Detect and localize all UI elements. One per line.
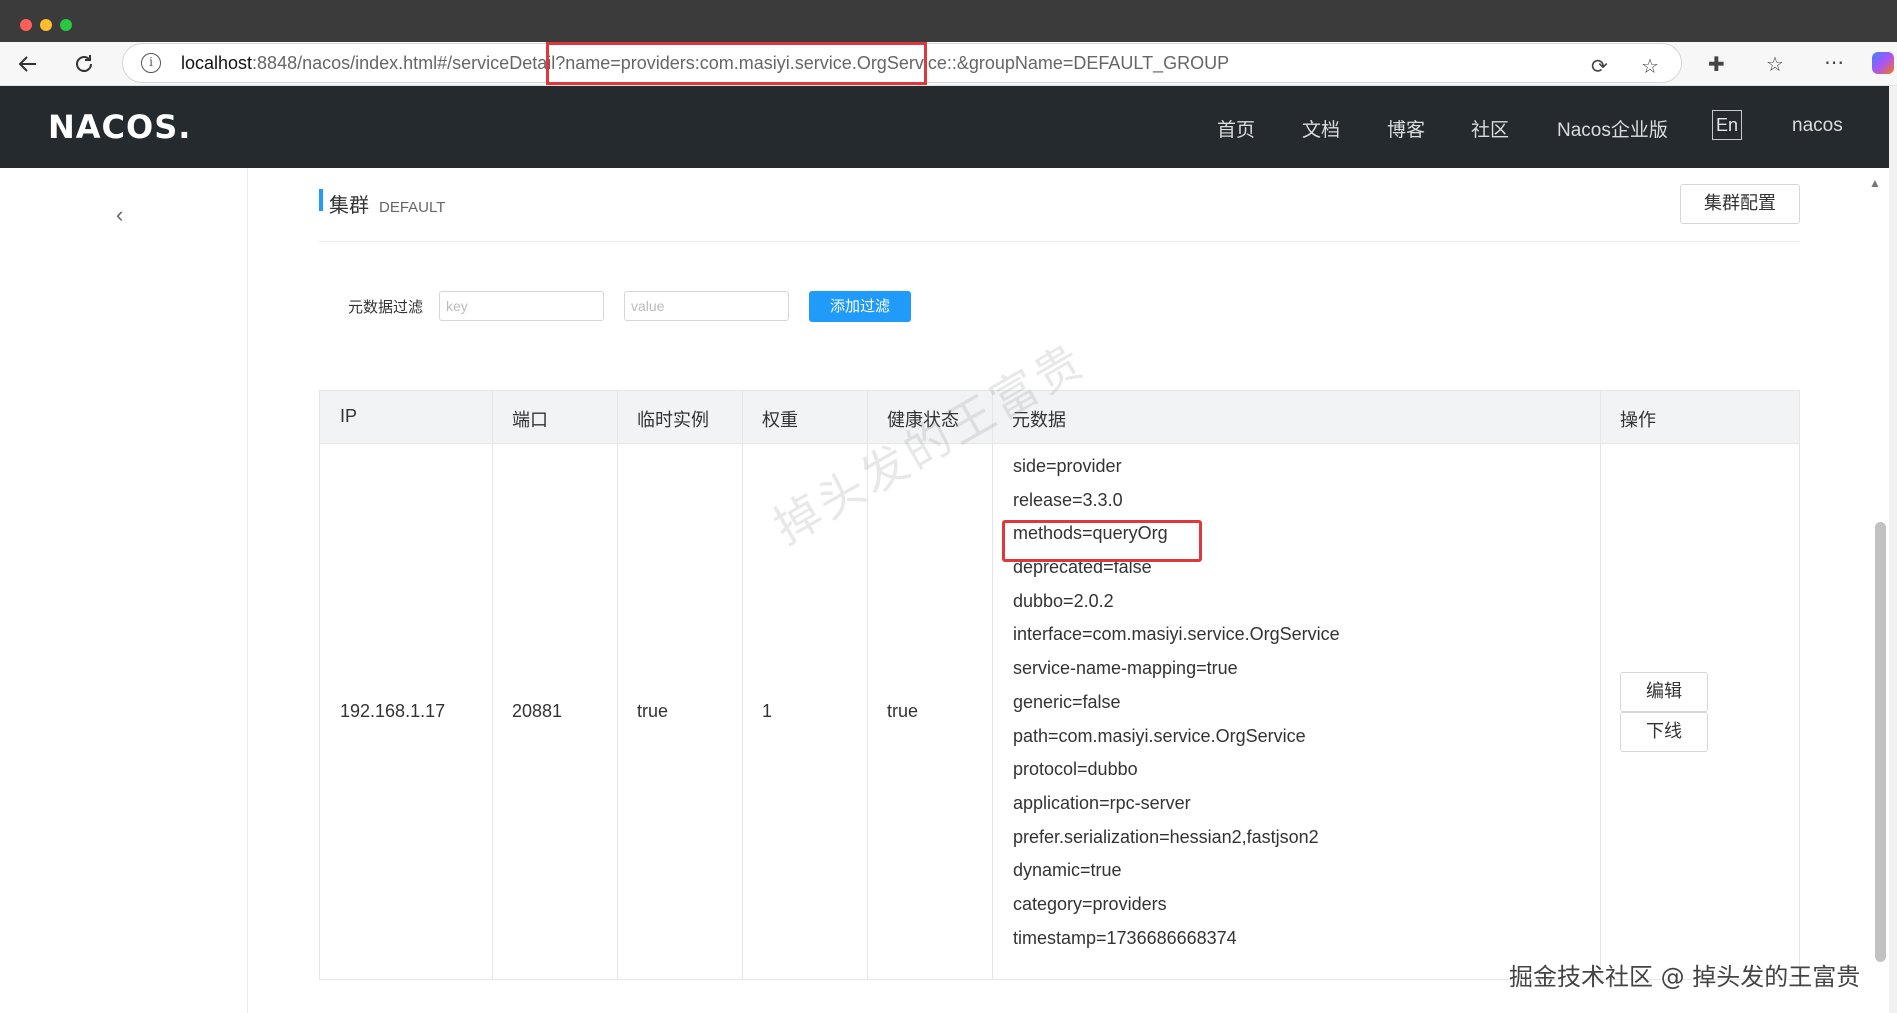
extensions-icon[interactable]: ✚ — [1708, 52, 1725, 77]
metadata-item: path=com.masiyi.service.OrgService — [1013, 725, 1306, 746]
cell-port: 20881 — [512, 701, 563, 721]
cell-weight: 1 — [762, 701, 773, 721]
cluster-name: DEFAULT — [379, 199, 446, 216]
scroll-up-arrow-icon[interactable]: ▲ — [1869, 176, 1881, 190]
nav-home[interactable]: 首页 — [1217, 115, 1255, 142]
url-highlight-box — [546, 42, 927, 85]
nav-docs[interactable]: 文档 — [1302, 115, 1340, 142]
metadata-filter-label: 元数据过滤 — [348, 298, 424, 316]
column-divider — [1600, 391, 1601, 979]
metadata-item: category=providers — [1013, 893, 1167, 914]
user-menu[interactable]: nacos — [1792, 115, 1843, 137]
metadata-item: generic=false — [1013, 691, 1121, 712]
edit-button[interactable]: 编辑 — [1620, 672, 1708, 712]
reload-icon — [76, 55, 92, 72]
metadata-item: protocol=dubbo — [1013, 759, 1138, 780]
cluster-label: 集群 — [329, 195, 369, 217]
metadata-item: dubbo=2.0.2 — [1013, 590, 1114, 611]
back-button[interactable] — [12, 48, 44, 80]
filter-key-input[interactable] — [439, 291, 604, 321]
page-scrollbar[interactable] — [1889, 86, 1897, 1013]
column-header-weight: 权重 — [762, 410, 798, 430]
metadata-item: release=3.3.0 — [1013, 489, 1123, 510]
more-menu-icon[interactable]: ⋯ — [1824, 50, 1844, 75]
browser-toolbar: i localhost:8848/nacos/index.html#/servi… — [0, 42, 1897, 86]
metadata-highlight-box — [1002, 520, 1202, 562]
footer-watermark: 掘金技术社区 @ 掉头发的王富贵 — [1509, 963, 1861, 991]
nav-blog[interactable]: 博客 — [1387, 115, 1425, 142]
filter-value-input[interactable] — [624, 291, 789, 321]
divider — [319, 241, 1800, 242]
sidebar: ‹ — [0, 168, 248, 1013]
metadata-item: interface=com.masiyi.service.OrgService — [1013, 624, 1340, 645]
favorite-star-icon[interactable]: ☆ — [1641, 54, 1659, 79]
metadata-item: service-name-mapping=true — [1013, 658, 1238, 679]
metadata-item: side=provider — [1013, 456, 1122, 476]
scrollbar-thumb[interactable] — [1875, 522, 1886, 962]
instance-table: IP 端口 临时实例 权重 健康状态 元数据 操作 192.168.1.17 2… — [319, 390, 1800, 980]
favorites-icon[interactable]: ☆ — [1766, 52, 1784, 77]
column-header-port: 端口 — [512, 410, 548, 430]
reload-button[interactable] — [68, 48, 100, 80]
maximize-window-button[interactable] — [60, 19, 72, 31]
cluster-title: 集群 DEFAULT — [319, 189, 445, 217]
language-toggle[interactable]: En — [1712, 110, 1742, 140]
minimize-window-button[interactable] — [40, 19, 52, 31]
column-divider — [742, 391, 743, 979]
metadata-item: timestamp=1736686668374 — [1013, 927, 1237, 948]
nacos-logo[interactable]: NACOS. — [48, 108, 191, 146]
column-divider — [992, 391, 993, 979]
metadata-item: prefer.serialization=hessian2,fastjson2 — [1013, 826, 1319, 847]
metadata-item: application=rpc-server — [1013, 792, 1191, 813]
copilot-icon[interactable] — [1872, 52, 1894, 74]
column-header-ephemeral: 临时实例 — [637, 410, 709, 430]
nav-enterprise[interactable]: Nacos企业版 — [1557, 115, 1668, 142]
cell-health: true — [887, 701, 919, 721]
info-icon[interactable]: i — [141, 53, 161, 73]
nav-community[interactable]: 社区 — [1471, 115, 1509, 142]
offline-button[interactable]: 下线 — [1620, 712, 1708, 752]
read-aloud-icon[interactable]: ⟳ — [1591, 54, 1608, 79]
add-filter-button[interactable]: 添加过滤 — [809, 291, 911, 322]
close-window-button[interactable] — [20, 19, 32, 31]
chevron-left-icon[interactable]: ‹ — [116, 202, 123, 228]
cell-ip: 192.168.1.17 — [340, 701, 446, 721]
column-divider — [492, 391, 493, 979]
cluster-config-button[interactable]: 集群配置 — [1680, 184, 1800, 224]
column-header-ip: IP — [340, 406, 358, 426]
window-titlebar — [0, 0, 1897, 42]
cell-ephemeral: true — [637, 701, 669, 721]
column-header-actions: 操作 — [1620, 410, 1656, 430]
column-divider — [617, 391, 618, 979]
url-host: localhost — [181, 53, 253, 73]
metadata-item: dynamic=true — [1013, 860, 1122, 881]
nacos-header: NACOS. 首页 文档 博客 社区 Nacos企业版 En nacos — [0, 86, 1889, 168]
arrow-left-icon — [18, 56, 36, 72]
